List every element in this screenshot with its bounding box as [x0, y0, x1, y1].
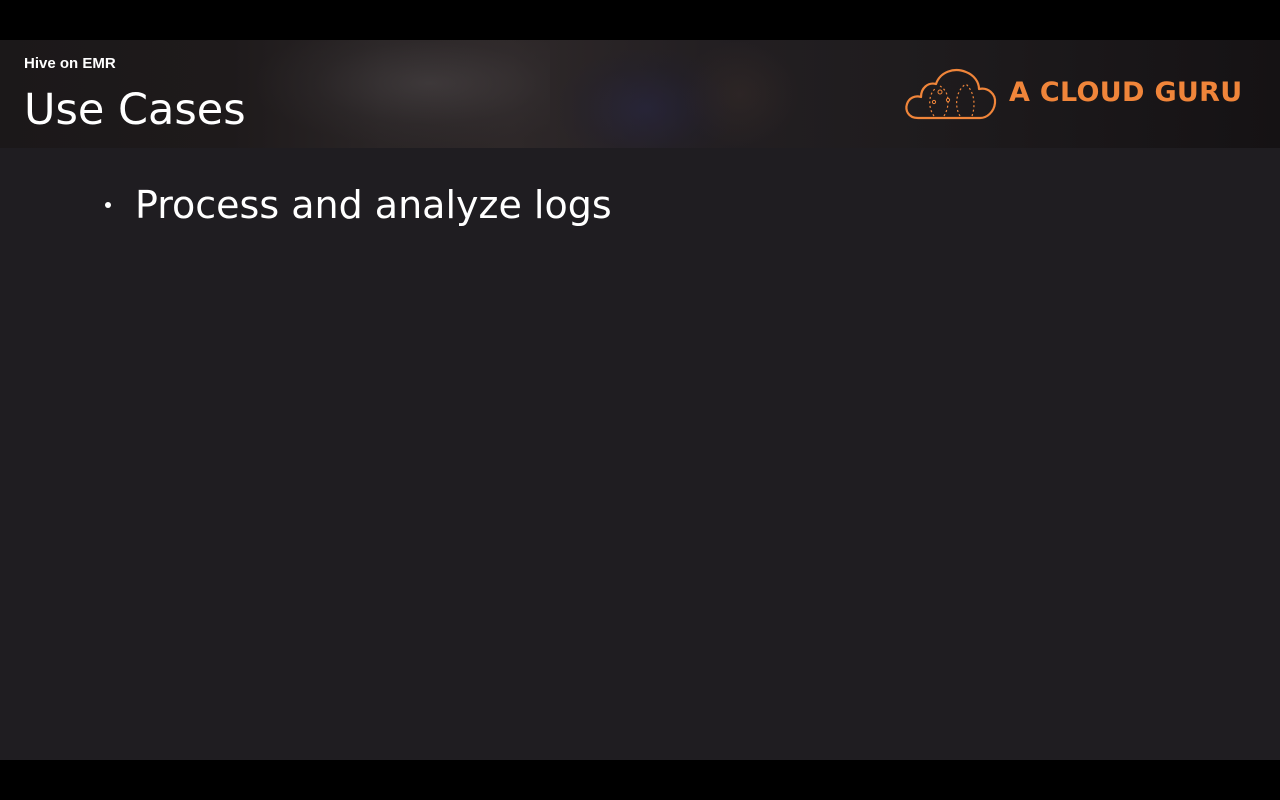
- background-video-shape: [250, 40, 550, 148]
- slide-header: Hive on EMR Use Cases A CLOUD GURU: [0, 40, 1280, 148]
- slide: Hive on EMR Use Cases A CLOUD GURU Proce…: [0, 40, 1280, 760]
- brand-logo-text: A CLOUD GURU: [1009, 77, 1243, 108]
- cloud-logo-icon: [904, 66, 998, 122]
- bullet-dot-icon: [105, 202, 111, 208]
- slide-subtitle: Hive on EMR: [24, 55, 116, 72]
- letterbox-bottom: [0, 760, 1280, 800]
- slide-title: Use Cases: [24, 85, 246, 135]
- background-video-shape: [680, 40, 800, 148]
- letterbox-top: [0, 0, 1280, 40]
- bullet-item: Process and analyze logs: [0, 180, 1000, 230]
- brand-logo: A CLOUD GURU: [904, 66, 1244, 122]
- bullet-text: Process and analyze logs: [135, 183, 612, 227]
